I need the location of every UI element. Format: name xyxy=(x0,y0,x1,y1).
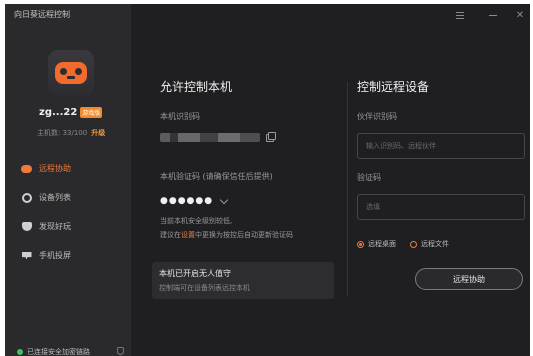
screen-cast-icon xyxy=(21,250,32,261)
sidebar-item-label: 远程协助 xyxy=(39,164,71,173)
avatar[interactable] xyxy=(48,50,94,96)
unattended-title: 本机已开启无人值守 xyxy=(159,269,231,278)
radio-selected-icon xyxy=(357,240,364,248)
sidebar-item-discover[interactable]: 发现好玩 xyxy=(21,219,71,234)
radio-label: 远程桌面 xyxy=(368,240,396,248)
connection-status-text: 已连接安全加密链路 xyxy=(27,348,90,356)
host-quota: 主机数: 33/100 升级 xyxy=(37,128,105,138)
shield-icon[interactable] xyxy=(117,347,124,355)
app-window: zg...22 游戏版 主机数: 33/100 升级 远程协助 设备列表 发现好… xyxy=(5,4,530,356)
copy-icon[interactable] xyxy=(266,131,276,142)
sidebar-item-label: 发现好玩 xyxy=(39,222,71,231)
menu-button[interactable] xyxy=(452,7,468,23)
title-bar: 向日葵远程控制 ✕ xyxy=(5,4,530,26)
machine-id-row xyxy=(160,131,276,142)
unattended-subtitle: 控制端可在设备列表远控本机 xyxy=(159,284,250,292)
remote-control-title: 控制远程设备 xyxy=(357,80,430,94)
radio-remote-desktop[interactable]: 远程桌面 xyxy=(357,239,396,249)
machine-id-value xyxy=(160,133,260,142)
app-title: 向日葵远程控制 xyxy=(14,10,70,19)
unattended-card: 本机已开启无人值守 控制端可在设备列表远控本机 xyxy=(152,262,334,299)
minimize-icon xyxy=(489,14,497,16)
device-list-icon xyxy=(21,192,32,203)
sidebar-item-remote-assist[interactable]: 远程协助 xyxy=(21,161,71,176)
radio-remote-file[interactable]: 远程文件 xyxy=(410,239,449,249)
close-button[interactable]: ✕ xyxy=(512,7,528,23)
partner-id-input[interactable] xyxy=(357,133,525,159)
edition-badge: 游戏版 xyxy=(80,107,103,118)
chevron-down-icon[interactable] xyxy=(219,195,229,204)
connection-status: 已连接安全加密链路 xyxy=(17,347,90,356)
minimize-button[interactable] xyxy=(485,7,501,23)
allow-control-title: 允许控制本机 xyxy=(160,80,233,94)
partner-id-label: 伙伴识别码 xyxy=(357,112,397,121)
security-hint-line2: 建议在 设置 中更换为按控后自动更新验证码 xyxy=(160,230,293,240)
remote-assist-icon xyxy=(21,163,32,174)
username: zg...22 xyxy=(39,107,78,118)
machine-id-label: 本机识别码 xyxy=(160,112,200,121)
sidebar: zg...22 游戏版 主机数: 33/100 升级 远程协助 设备列表 发现好… xyxy=(5,4,131,356)
settings-link[interactable]: 设置 xyxy=(181,230,195,240)
sidebar-item-device-list[interactable]: 设备列表 xyxy=(21,190,71,205)
remote-assist-button[interactable]: 远程协助 xyxy=(415,268,523,290)
verify-code-label: 本机验证码 (请确保信任后提供) xyxy=(160,172,273,181)
hint-text: 中更换为按控后自动更新验证码 xyxy=(195,231,293,239)
mode-radio-group: 远程桌面 远程文件 xyxy=(357,239,449,249)
status-dot-icon xyxy=(17,349,23,355)
hint-text: 建议在 xyxy=(160,231,181,239)
sidebar-item-label: 手机投屏 xyxy=(39,251,71,260)
verify-code-input[interactable] xyxy=(357,194,525,220)
divider xyxy=(347,82,348,296)
verify-code-value: ●●●●●● xyxy=(160,196,214,206)
radio-unselected-icon xyxy=(410,240,417,248)
sidebar-item-screen-cast[interactable]: 手机投屏 xyxy=(21,248,71,263)
close-icon: ✕ xyxy=(515,9,525,21)
security-hint: 当前本机安全级别较低, xyxy=(160,217,233,225)
user-info: zg...22 游戏版 xyxy=(39,107,103,118)
sidebar-nav: 远程协助 设备列表 发现好玩 手机投屏 xyxy=(21,161,71,277)
discover-icon xyxy=(21,221,32,232)
gamepad-logo-icon xyxy=(55,62,87,84)
radio-label: 远程文件 xyxy=(421,240,449,248)
code-label: 验证码 xyxy=(357,173,381,182)
hamburger-icon xyxy=(456,11,464,19)
host-quota-text: 主机数: 33/100 xyxy=(37,129,88,137)
upgrade-link[interactable]: 升级 xyxy=(91,128,105,138)
sidebar-item-label: 设备列表 xyxy=(39,193,71,202)
verify-code-row[interactable]: ●●●●●● xyxy=(160,195,229,206)
main-panel: 允许控制本机 本机识别码 本机验证码 (请确保信任后提供) ●●●●●● 当前本… xyxy=(131,26,530,356)
